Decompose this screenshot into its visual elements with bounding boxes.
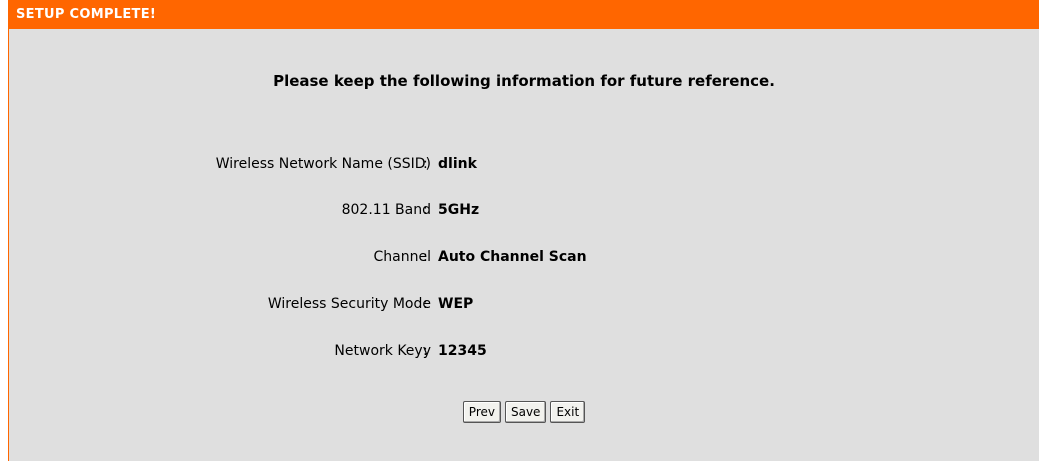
field-separator: : [423, 343, 428, 359]
field-row-network-key: Network Keyy : 12345 [9, 343, 1039, 365]
field-label-security-mode: Wireless Security Mode [267, 296, 431, 312]
button-bar: Prev Save Exit [9, 401, 1039, 423]
field-separator: : [423, 249, 428, 265]
field-value-band: 5GHz [438, 202, 480, 218]
section-title: SETUP COMPLETE! [16, 7, 157, 22]
field-separator: : [423, 296, 428, 312]
prev-button[interactable]: Prev [462, 401, 501, 423]
intro-text: Please keep the following information fo… [273, 72, 775, 90]
save-button[interactable]: Save [504, 401, 547, 423]
field-row-channel: Channel : Auto Channel Scan [9, 249, 1039, 271]
field-value-security-mode: WEP [438, 296, 474, 312]
field-row-security-mode: Wireless Security Mode : WEP [9, 296, 1039, 318]
field-value-network-key: 12345 [438, 343, 487, 359]
field-value-channel: Auto Channel Scan [438, 249, 587, 265]
field-value-ssid: dlink [438, 156, 477, 172]
field-row-ssid: Wireless Network Name (SSID) : dlink [9, 156, 1039, 178]
field-row-band: 802.11 Band : 5GHz [9, 202, 1039, 224]
field-separator: : [423, 156, 428, 172]
field-label-channel: Channel [373, 249, 431, 265]
field-label-network-key: Network Keyy [334, 343, 431, 359]
exit-button[interactable]: Exit [550, 401, 586, 423]
field-label-band: 802.11 Band [341, 202, 431, 218]
field-label-ssid: Wireless Network Name (SSID) [215, 156, 431, 172]
field-separator: : [423, 202, 428, 218]
section-header: SETUP COMPLETE! [9, 0, 1039, 29]
setup-complete-panel: SETUP COMPLETE! Please keep the followin… [8, 0, 1040, 461]
